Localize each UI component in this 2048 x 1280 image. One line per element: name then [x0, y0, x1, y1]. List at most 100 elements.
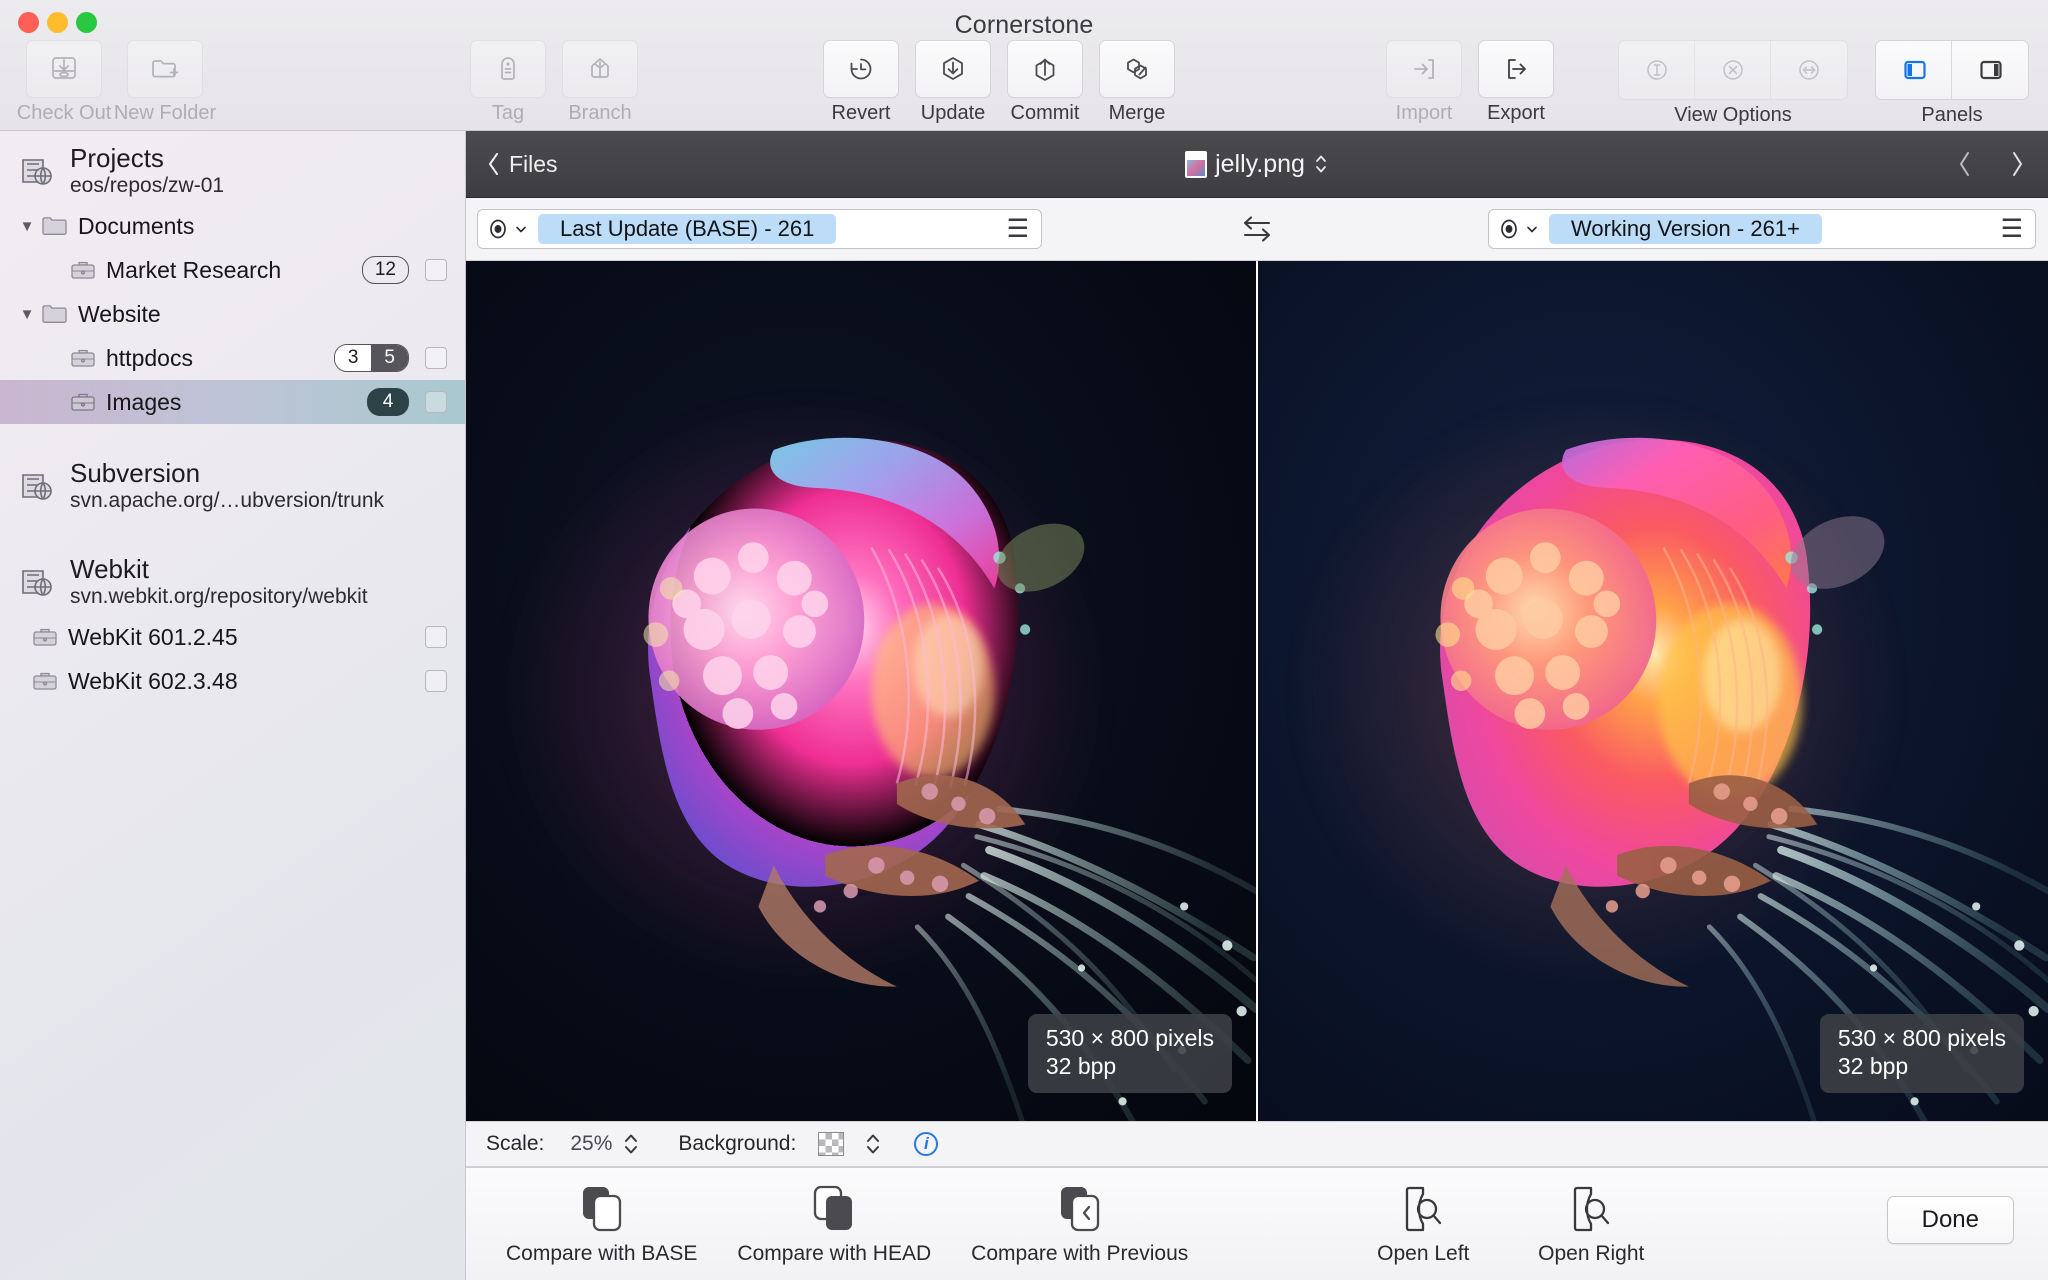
image-file-icon	[1185, 150, 1208, 178]
checker-swatch-icon[interactable]	[818, 1132, 845, 1156]
sidebar-item-website[interactable]: ▼ Website	[0, 292, 465, 336]
repository-url: svn.apache.org/…ubversion/trunk	[70, 489, 385, 513]
revert-button[interactable]: Revert	[815, 40, 907, 125]
toolbar-left-group: Check Out New Folder	[16, 40, 220, 125]
merge-icon	[1099, 40, 1175, 98]
sidebar-item-market-research[interactable]: Market Research 12	[0, 248, 465, 292]
right-image-info: 530 × 800 pixels 32 bpp	[1819, 1013, 2024, 1093]
tag-icon	[470, 40, 546, 98]
files-bar: Files jelly.png	[466, 131, 2048, 198]
view-options-caption: View Options	[1674, 104, 1792, 126]
right-panel-icon[interactable]	[1952, 41, 2028, 99]
left-image-pane[interactable]: 530 × 800 pixels 32 bpp	[466, 261, 1258, 1121]
app-window: Cornerstone Check Out New Folder Tag Bra…	[0, 0, 2048, 1280]
text-cursor-icon[interactable]	[1619, 41, 1695, 99]
left-version-selector[interactable]: Last Update (BASE) - 261 ☰	[477, 209, 1042, 249]
repository-name: Webkit	[70, 553, 149, 584]
sidebar-repository-webkit[interactable]: Webkit svn.webkit.org/repository/webkit	[0, 542, 465, 615]
sidebar-item-label: Documents	[78, 212, 195, 239]
done-button[interactable]: Done	[1886, 1196, 2014, 1244]
left-panel-icon[interactable]	[1876, 41, 1952, 99]
repository-url: eos/repos/zw-01	[70, 173, 225, 197]
folder-icon	[40, 211, 70, 241]
repository-icon	[14, 149, 58, 193]
new-folder-icon	[127, 40, 203, 98]
check-out-label: Check Out	[16, 102, 112, 124]
tag-button[interactable]: Tag	[462, 40, 554, 125]
import-button[interactable]: Import	[1378, 40, 1470, 125]
background-stepper[interactable]	[864, 1129, 882, 1159]
previous-file-button[interactable]	[1956, 149, 1974, 179]
merge-button[interactable]: Merge	[1091, 40, 1183, 125]
status-badge: 12	[361, 256, 409, 285]
info-circle-icon[interactable]: i	[914, 1132, 939, 1156]
left-jellyfish-image	[466, 261, 1256, 1121]
file-name: jelly.png	[1215, 149, 1305, 178]
export-button[interactable]: Export	[1470, 40, 1562, 125]
commit-button[interactable]: Commit	[999, 40, 1091, 125]
disclosure-triangle-icon[interactable]: ▼	[14, 306, 40, 323]
sidebar-item-label: WebKit 601.2.45	[68, 623, 238, 650]
export-label: Export	[1487, 102, 1545, 124]
sidebar-item-images[interactable]: Images 4	[0, 380, 465, 425]
open-left-button[interactable]: Open Left	[1348, 1182, 1498, 1266]
sidebar-item-checkbox[interactable]	[425, 347, 447, 370]
sidebar-item-httpdocs[interactable]: httpdocs 3 5	[0, 336, 465, 380]
up-down-chevron-icon[interactable]	[1313, 151, 1329, 177]
sidebar-item-checkbox[interactable]	[425, 391, 447, 414]
disclosure-triangle-icon[interactable]: ▼	[14, 218, 40, 235]
view-options-group: View Options	[1618, 40, 1848, 127]
update-button[interactable]: Update	[907, 40, 999, 125]
panels-segmented[interactable]	[1875, 40, 2029, 100]
chevron-down-icon[interactable]	[514, 222, 528, 236]
right-image-dimensions: 530 × 800 pixels	[1837, 1024, 2006, 1051]
right-image-pane[interactable]: 530 × 800 pixels 32 bpp	[1258, 261, 2048, 1121]
hamburger-icon[interactable]: ☰	[1007, 216, 1029, 242]
sidebar: Projects eos/repos/zw-01 ▼ Documents Mar…	[0, 131, 466, 1280]
compare-head-icon	[805, 1182, 863, 1236]
status-badge: 4	[367, 388, 409, 417]
revert-label: Revert	[831, 102, 891, 124]
right-version-selector[interactable]: Working Version - 261+ ☰	[1488, 209, 2036, 249]
background-label: Background:	[678, 1132, 797, 1155]
check-out-button[interactable]: Check Out	[16, 40, 112, 125]
sidebar-item-webkit-602[interactable]: WebKit 602.3.48	[0, 659, 465, 703]
new-folder-button[interactable]: New Folder	[110, 40, 220, 125]
hamburger-icon[interactable]: ☰	[2001, 216, 2023, 242]
sidebar-repository-projects[interactable]: Projects eos/repos/zw-01	[0, 131, 465, 204]
next-file-button[interactable]	[2008, 149, 2026, 179]
sidebar-item-webkit-601[interactable]: WebKit 601.2.45	[0, 615, 465, 659]
new-folder-label: New Folder	[113, 102, 217, 124]
sidebar-item-label: httpdocs	[106, 344, 193, 371]
scale-bar: Scale: 25% Background: i	[466, 1121, 2048, 1167]
import-icon	[1386, 40, 1462, 98]
toolbar: Cornerstone Check Out New Folder Tag Bra…	[0, 0, 2048, 131]
scale-stepper[interactable]	[622, 1129, 640, 1159]
compare-with-head-button[interactable]: Compare with HEAD	[737, 1182, 931, 1266]
file-navigation	[1956, 149, 2026, 179]
status-badge: 3 5	[333, 344, 409, 373]
branch-button[interactable]: Branch	[554, 40, 646, 125]
swap-versions-button[interactable]	[1235, 211, 1279, 247]
open-right-button[interactable]: Open Right	[1516, 1182, 1666, 1266]
sidebar-item-checkbox[interactable]	[425, 670, 447, 693]
sidebar-repository-subversion[interactable]: Subversion svn.apache.org/…ubversion/tru…	[0, 446, 465, 519]
compare-with-previous-label: Compare with Previous	[971, 1242, 1189, 1265]
right-jellyfish-image	[1258, 261, 2048, 1121]
merge-label: Merge	[1108, 102, 1166, 124]
close-circle-icon[interactable]	[1695, 41, 1771, 99]
view-options-segmented[interactable]	[1618, 40, 1848, 100]
working-copy-icon	[30, 666, 60, 696]
compare-with-previous-button[interactable]: Compare with Previous	[971, 1182, 1188, 1266]
chevron-down-icon[interactable]	[1525, 222, 1539, 236]
sidebar-item-documents[interactable]: ▼ Documents	[0, 204, 465, 248]
resize-horizontal-icon[interactable]	[1771, 41, 1847, 99]
sidebar-item-checkbox[interactable]	[425, 259, 447, 282]
export-icon	[1478, 40, 1554, 98]
repository-url: svn.webkit.org/repository/webkit	[70, 584, 368, 608]
file-title[interactable]: jelly.png	[466, 150, 2048, 179]
working-copy-icon	[68, 387, 98, 417]
compare-with-base-button[interactable]: Compare with BASE	[506, 1182, 697, 1266]
toolbar-vcs-group: Revert Update Commit Merge	[815, 40, 1183, 125]
sidebar-item-checkbox[interactable]	[425, 626, 447, 649]
